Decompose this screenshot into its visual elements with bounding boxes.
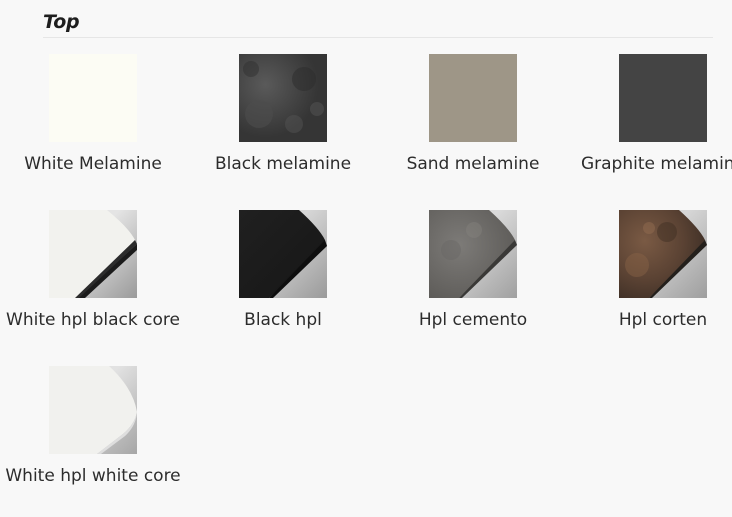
finish-label: Hpl corten	[618, 310, 708, 330]
black-hpl-swatch[interactable]	[239, 210, 327, 298]
hpl-cemento-swatch[interactable]	[429, 210, 517, 298]
finish-option-white-hpl-black-core[interactable]: White hpl black core	[0, 210, 186, 332]
finish-grid: White Melamine Black melamine Sand melam…	[0, 0, 732, 517]
finish-option-white-melamine[interactable]: White Melamine	[0, 54, 186, 176]
sand-melamine-swatch[interactable]	[429, 54, 517, 142]
finish-label: Graphite melamine	[580, 154, 732, 174]
finish-label: Black hpl	[244, 310, 322, 330]
finish-option-black-melamine[interactable]: Black melamine	[190, 54, 376, 176]
finish-label: Sand melamine	[406, 154, 540, 174]
finish-label: Black melamine	[214, 154, 352, 174]
finish-label: White hpl white core	[5, 466, 181, 486]
white-melamine-swatch[interactable]	[49, 54, 137, 142]
finish-label: Hpl cemento	[418, 310, 528, 330]
finish-label: White Melamine	[24, 154, 162, 174]
white-hpl-white-core-swatch[interactable]	[49, 366, 137, 454]
finish-option-graphite-melamine[interactable]: Graphite melamine	[570, 54, 732, 176]
hpl-corten-swatch[interactable]	[619, 210, 707, 298]
finish-option-hpl-corten[interactable]: Hpl corten	[570, 210, 732, 332]
finish-option-black-hpl[interactable]: Black hpl	[190, 210, 376, 332]
finish-option-sand-melamine[interactable]: Sand melamine	[380, 54, 566, 176]
black-melamine-swatch[interactable]	[239, 54, 327, 142]
finish-option-white-hpl-white-core[interactable]: White hpl white core	[0, 366, 186, 488]
white-hpl-black-core-swatch[interactable]	[49, 210, 137, 298]
finish-option-hpl-cemento[interactable]: Hpl cemento	[380, 210, 566, 332]
graphite-melamine-swatch[interactable]	[619, 54, 707, 142]
finish-label: White hpl black core	[6, 310, 180, 330]
